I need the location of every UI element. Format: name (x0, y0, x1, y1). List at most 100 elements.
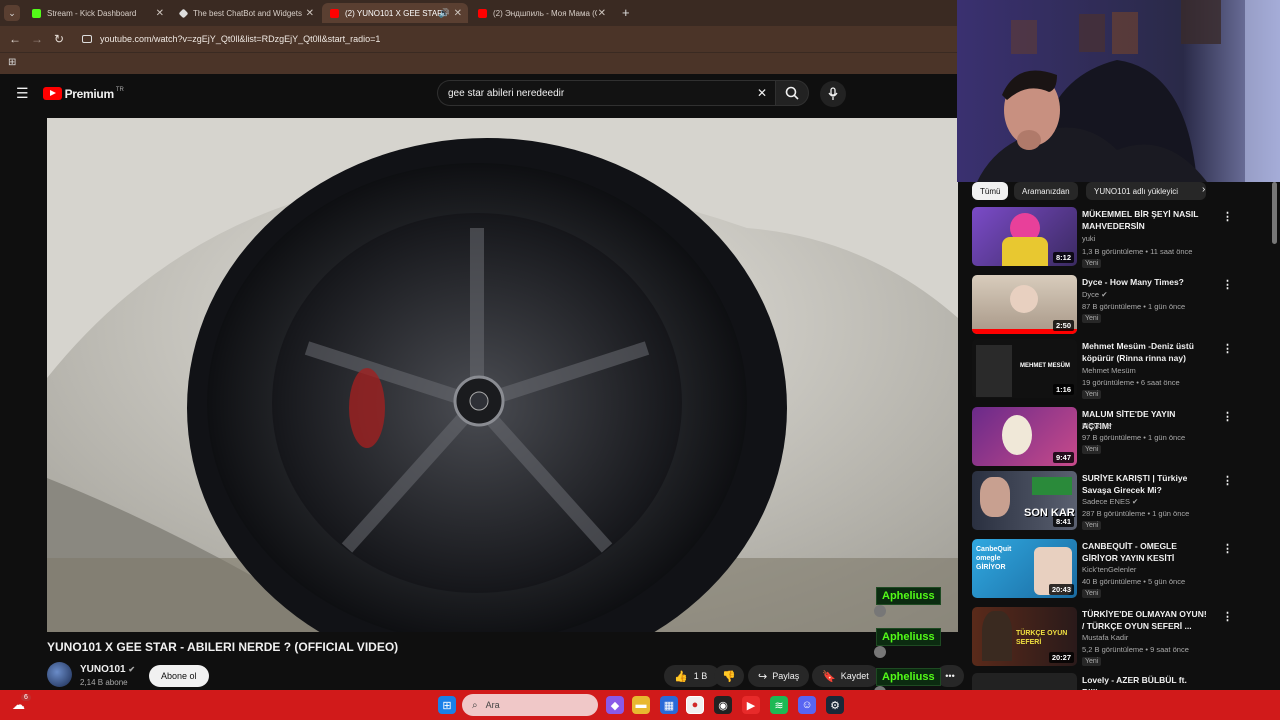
recommendation-channel[interactable]: Sadece ENES ✔ (1082, 497, 1138, 506)
tab-title: (2) Эндшпиль - Моя Мама (Of (493, 8, 597, 18)
premium-label: Premium (64, 86, 115, 101)
chip-from-search[interactable]: Aramanızdan (1014, 182, 1078, 200)
save-button[interactable]: 🔖 Kaydet (812, 665, 879, 687)
like-button[interactable]: 👍 1 B (664, 665, 720, 687)
tab-list-button[interactable]: ⌄ (4, 5, 20, 21)
more-options-icon[interactable]: ⋮ (1222, 342, 1233, 355)
video-thumbnail[interactable] (972, 673, 1077, 690)
clear-search-icon[interactable]: ✕ (757, 86, 767, 100)
recommendation-channel[interactable]: Misyoner (1082, 421, 1112, 430)
youtube-app-icon[interactable]: ▶ (742, 696, 760, 714)
recommendation-channel[interactable]: Mehmet Mesüm (1082, 366, 1136, 375)
recommendation-channel[interactable]: yuki (1082, 234, 1095, 243)
close-tab-icon[interactable]: ✕ (598, 8, 606, 19)
video-thumbnail[interactable]: MEHMET MESÜM 1:16 (972, 339, 1077, 398)
copilot-icon[interactable]: ◆ (606, 696, 624, 714)
tab-chatbot[interactable]: The best ChatBot and Widgets ✕ (172, 3, 320, 23)
recommendation-item[interactable]: MEHMET MESÜM 1:16 Mehmet Mesüm -Deniz üs… (972, 332, 1272, 399)
close-tab-icon[interactable]: ✕ (454, 8, 462, 19)
new-tab-icon[interactable]: + (622, 5, 630, 20)
recommendation-channel[interactable]: Dyce ✔ (1082, 290, 1107, 299)
recommendation-title[interactable]: TÜRKİYE'DE OLMAYAN OYUN! / TÜRKÇE OYUN S… (1082, 608, 1207, 632)
more-options-icon[interactable]: ⋮ (1222, 474, 1233, 487)
close-tab-icon[interactable]: ✕ (156, 8, 164, 19)
url-field[interactable]: youtube.com/watch?v=zgEjY_Qt0ll&list=RDz… (76, 29, 950, 49)
subscribe-button[interactable]: Abone ol (149, 665, 209, 687)
chevron-right-icon[interactable]: › (1202, 184, 1205, 195)
more-options-icon[interactable]: ⋮ (1222, 410, 1233, 423)
forward-icon[interactable]: → (26, 32, 48, 46)
recommendation-item[interactable]: SON KAR 8:41 SURİYE KARIŞTI | Türkiye Sa… (972, 464, 1272, 530)
taskbar-search[interactable]: ⌕ Ara (462, 694, 598, 716)
tab-youtube-other[interactable]: (2) Эндшпиль - Моя Мама (Of ✕ (470, 3, 612, 23)
verified-icon: ✔ (1132, 497, 1139, 506)
apps-grid-icon[interactable]: ⊞ (8, 57, 16, 68)
reload-icon[interactable]: ↻ (48, 32, 70, 46)
like-count: 1 B (693, 671, 708, 681)
duration-badge: 20:43 (1048, 584, 1074, 595)
more-options-icon[interactable]: ⋮ (1222, 278, 1233, 291)
recommendation-channel[interactable]: Kick'tenGelenler (1082, 565, 1136, 574)
obs-icon[interactable]: ◉ (714, 696, 732, 714)
recommendation-item[interactable]: Lovely - AZER BÜLBÜL ft. Billie (972, 666, 1272, 690)
discord-icon[interactable]: ☺ (798, 696, 816, 714)
channel-avatar[interactable] (47, 662, 72, 687)
recommendation-item[interactable]: TÜRKÇE OYUN SEFERİ 20:27 TÜRKİYE'DE OLMA… (972, 600, 1272, 666)
video-thumbnail[interactable]: 9:47 (972, 407, 1077, 466)
recommendation-title[interactable]: SURİYE KARIŞTI | Türkiye Savaşa Girecek … (1082, 472, 1207, 496)
recommendation-title[interactable]: Mehmet Mesüm -Deniz üstü köpürür (Rinna … (1082, 340, 1207, 364)
video-thumbnail[interactable]: CanbeQuit omegle GİRİYOR 20:43 (972, 539, 1077, 598)
chip-all[interactable]: Tümü (972, 182, 1009, 200)
channel-name[interactable]: YUNO101 ✔ (80, 664, 135, 675)
close-tab-icon[interactable]: ✕ (306, 8, 314, 19)
search-icon (785, 86, 799, 100)
back-icon[interactable]: ← (4, 32, 26, 46)
steam-icon[interactable]: ⚙ (826, 696, 844, 714)
duration-badge: 2:50 (1052, 320, 1074, 331)
chat-avatar (874, 605, 886, 617)
kick-icon (32, 8, 41, 18)
recommendation-channel[interactable]: Mustafa Kadir (1082, 633, 1128, 642)
recommendation-item[interactable]: 8:12 MÜKEMMEL BİR ŞEYİ NASIL MAHVEDERSİN… (972, 200, 1272, 268)
windows-start-icon[interactable]: ⊞ (438, 696, 456, 714)
video-player[interactable] (47, 118, 958, 632)
share-button[interactable]: ↪ Paylaş (748, 665, 810, 687)
thumbnail-text: CanbeQuit omegle GİRİYOR (976, 546, 1012, 571)
taskbar: ☁ 6 ⊞ ⌕ Ara ◆ ▬ ▦ ● ◉ ▶ ≋ ☺ ⚙ (0, 690, 1280, 720)
search-button[interactable] (775, 80, 809, 106)
menu-icon[interactable]: ☰ (16, 85, 29, 102)
dislike-button[interactable]: 👎 (714, 665, 744, 687)
video-thumbnail[interactable]: TÜRKÇE OYUN SEFERİ 20:27 (972, 607, 1077, 666)
video-thumbnail[interactable]: SON KAR 8:41 (972, 471, 1077, 530)
more-options-icon[interactable]: ⋮ (1222, 542, 1233, 555)
voice-search-button[interactable] (820, 81, 846, 107)
recommendation-title[interactable]: MÜKEMMEL BİR ŞEYİ NASIL MAHVEDERSİN (1082, 208, 1207, 232)
recommendation-item[interactable]: 9:47 MALUM SİTE'DE YAYIN AÇTIM! Misyoner… (972, 400, 1272, 466)
store-icon[interactable]: ▦ (660, 696, 678, 714)
chip-uploader[interactable]: YUNO101 adlı yükleyici (1086, 182, 1206, 200)
recommendation-item[interactable]: CanbeQuit omegle GİRİYOR 20:43 CANBEQUİT… (972, 532, 1272, 598)
spotify-icon[interactable]: ≋ (770, 696, 788, 714)
recommendation-item[interactable]: 2:50 Dyce - How Many Times? Dyce ✔ 87 B … (972, 268, 1272, 334)
recommendation-title[interactable]: CANBEQUİT - OMEGLE GİRİYOR YAYIN KESİTİ (1082, 540, 1207, 564)
youtube-logo-area[interactable]: ☰ Premium TR (16, 85, 124, 102)
youtube-logo-icon (42, 87, 62, 100)
more-options-icon[interactable]: ⋮ (1222, 210, 1233, 223)
chrome-icon[interactable]: ● (686, 696, 704, 714)
video-thumbnail[interactable]: 8:12 (972, 207, 1077, 266)
video-frame-car-wheel (47, 118, 958, 632)
site-info-icon[interactable] (82, 35, 92, 43)
recommendation-title[interactable]: Lovely - AZER BÜLBÜL ft. Billie (1082, 674, 1207, 690)
tab-title: Stream - Kick Dashboard (47, 8, 137, 18)
tab-youtube-current[interactable]: (2) YUNO101 X GEE STAR - 🔊 ✕ (322, 3, 468, 23)
search-input[interactable]: gee star abileri neredeedir ✕ (437, 80, 775, 106)
recommendation-title[interactable]: Dyce - How Many Times? (1082, 276, 1207, 288)
region-label: TR (115, 86, 124, 93)
video-thumbnail[interactable]: 2:50 (972, 275, 1077, 334)
new-badge: Yeni (1082, 259, 1102, 268)
microphone-icon (828, 87, 838, 100)
audio-playing-icon[interactable]: 🔊 (439, 8, 450, 19)
more-options-icon[interactable]: ⋮ (1222, 610, 1233, 623)
file-explorer-icon[interactable]: ▬ (632, 696, 650, 714)
tab-kick-dashboard[interactable]: Stream - Kick Dashboard ✕ (24, 3, 170, 23)
